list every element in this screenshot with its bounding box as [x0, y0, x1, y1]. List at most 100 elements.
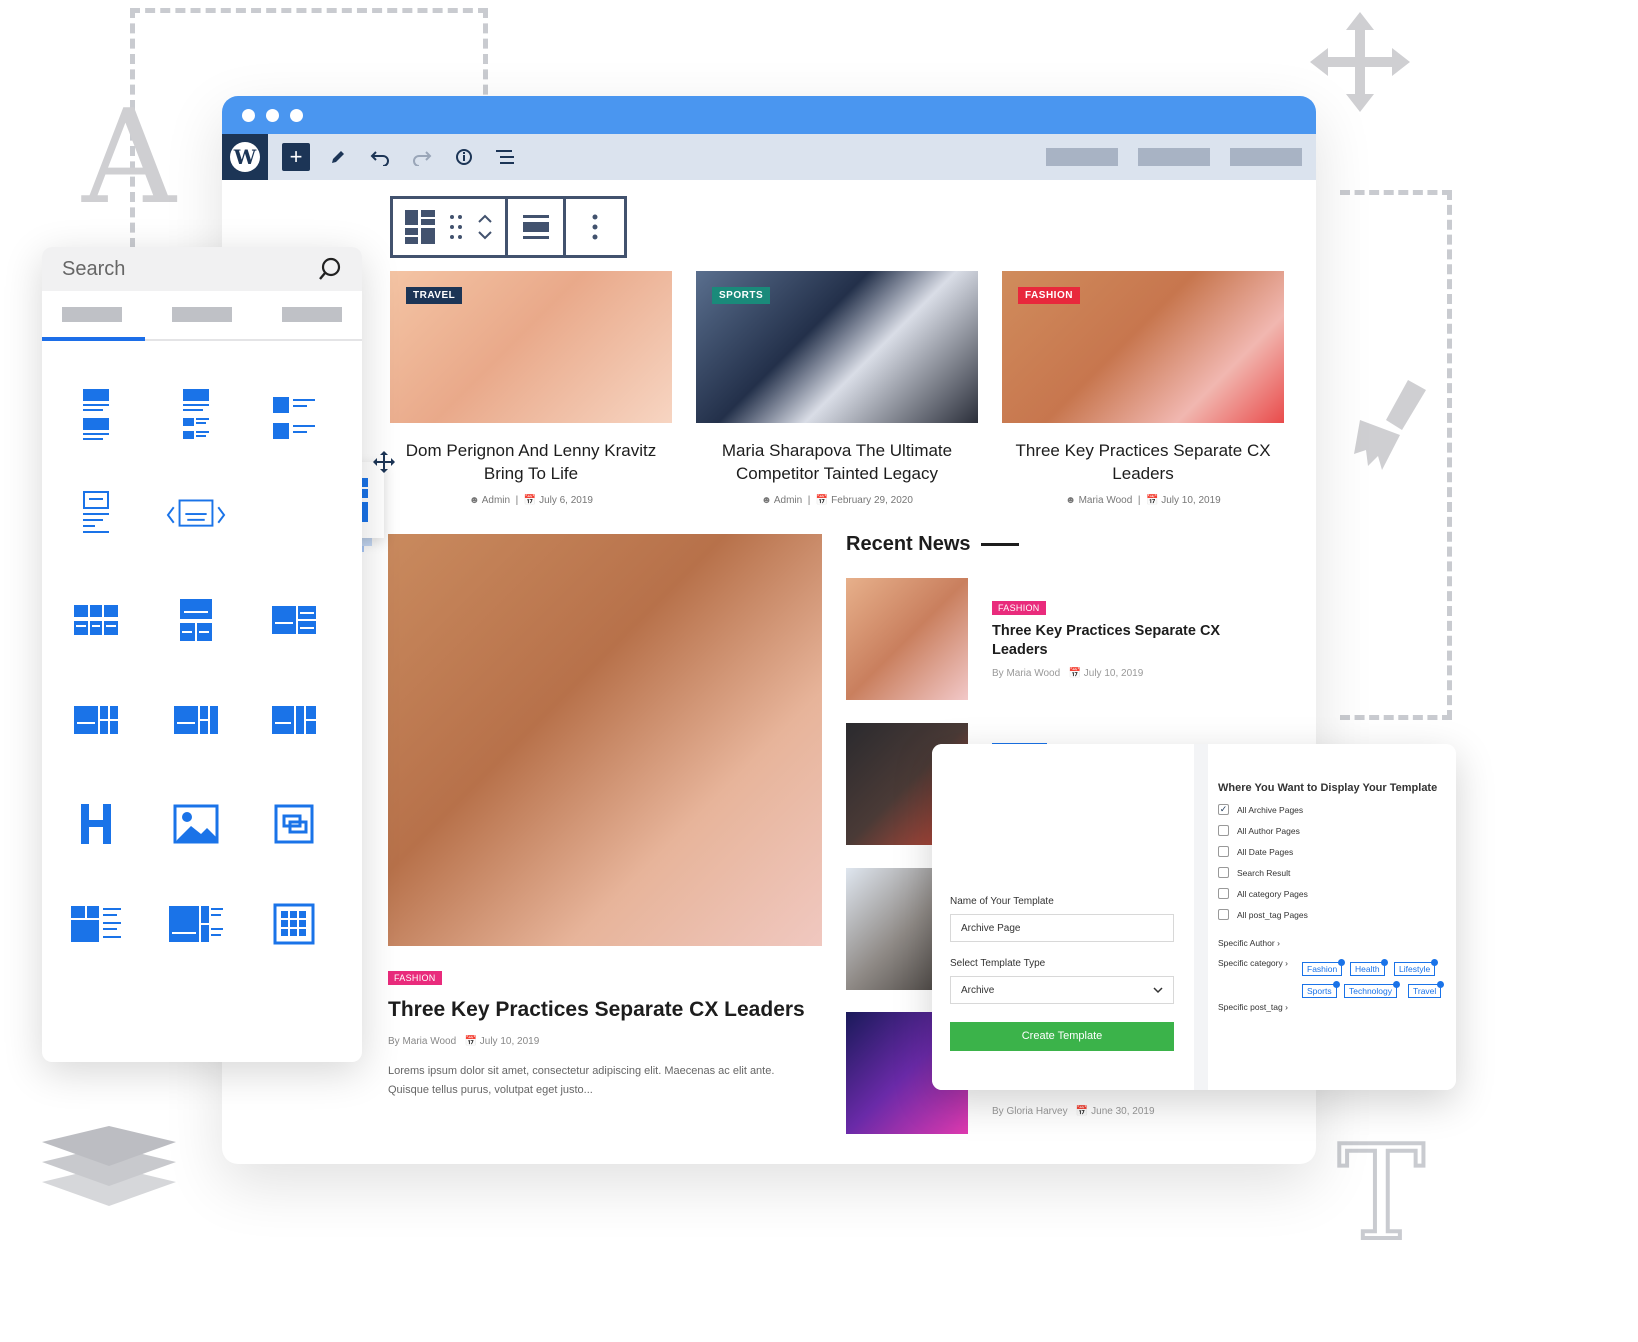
tag-remove-icon[interactable] — [1332, 981, 1340, 988]
checkbox-icon[interactable] — [1218, 846, 1229, 857]
block-post-grid-5-icon[interactable] — [264, 587, 324, 653]
post-card[interactable]: SPORTS Maria Sharapova The Ultimate Comp… — [696, 271, 978, 506]
block-gallery-icon[interactable] — [264, 791, 324, 857]
template-type-select[interactable]: Archive — [950, 976, 1174, 1004]
option-all-date-pages[interactable]: All Date Pages — [1218, 846, 1456, 857]
more-options-icon[interactable] — [592, 214, 598, 240]
post-author[interactable]: By Gloria Harvey — [992, 1106, 1068, 1117]
create-template-button[interactable]: Create Template — [950, 1022, 1174, 1051]
checkbox-icon[interactable] — [1218, 909, 1229, 920]
category-tag[interactable]: Travel — [1408, 981, 1445, 998]
heading-rule — [980, 543, 1019, 546]
block-table-icon[interactable] — [264, 891, 324, 957]
checkbox-icon[interactable] — [1218, 867, 1229, 878]
block-post-grid-7-icon[interactable] — [166, 687, 226, 753]
category-tag[interactable]: Sports — [1302, 981, 1340, 998]
category-badge[interactable]: SPORTS — [712, 287, 771, 304]
option-search-result[interactable]: Search Result — [1218, 867, 1456, 878]
recent-post-image[interactable] — [846, 578, 968, 700]
info-icon[interactable] — [450, 143, 478, 171]
block-heading-icon[interactable] — [66, 791, 126, 857]
search-input[interactable]: Search — [62, 258, 125, 281]
post-author[interactable]: Admin — [482, 495, 510, 506]
tab-patterns[interactable] — [172, 307, 232, 322]
display-conditions-title: Where You Want to Display Your Template — [1218, 782, 1438, 794]
checkbox-checked-icon[interactable]: ✓ — [1218, 804, 1229, 815]
category-badge[interactable]: FASHION — [388, 971, 442, 985]
template-name-input[interactable]: Archive Page — [950, 914, 1174, 942]
post-date: July 10, 2019 — [479, 1036, 540, 1047]
recent-post-title[interactable]: Three Key Practices Separate CX Leaders — [992, 622, 1252, 660]
move-up-down-icon[interactable] — [477, 212, 493, 242]
tag-remove-icon[interactable] — [1380, 959, 1388, 966]
option-all-author-pages[interactable]: All Author Pages — [1218, 825, 1456, 836]
search-icon[interactable] — [318, 257, 342, 281]
toolbar-placeholder-button[interactable] — [1230, 148, 1302, 166]
toolbar-placeholder-button[interactable] — [1046, 148, 1118, 166]
create-template-dialog: Name of Your Template Archive Page Selec… — [932, 744, 1456, 1090]
category-tag[interactable]: Health — [1350, 959, 1388, 976]
checkbox-icon[interactable] — [1218, 888, 1229, 899]
post-title[interactable]: Maria Sharapova The Ultimate Competitor … — [696, 439, 978, 485]
undo-icon[interactable] — [366, 143, 394, 171]
toolbar-placeholder-button[interactable] — [1138, 148, 1210, 166]
post-author[interactable]: Admin — [774, 495, 802, 506]
post-image[interactable]: TRAVEL — [390, 271, 672, 423]
window-dot-icon[interactable] — [266, 108, 279, 122]
post-author[interactable]: By Maria Wood — [992, 668, 1060, 679]
window-dot-icon[interactable] — [290, 108, 303, 122]
category-badge[interactable]: FASHION — [1018, 287, 1080, 304]
block-post-featured-list-icon[interactable] — [166, 891, 226, 957]
window-dot-icon[interactable] — [242, 108, 255, 122]
align-icon[interactable] — [522, 215, 549, 239]
tab-blocks[interactable] — [62, 307, 122, 322]
featured-post-image[interactable] — [388, 534, 822, 946]
option-all-post-tag-pages[interactable]: All post_tag Pages — [1218, 909, 1456, 920]
post-author[interactable]: By Maria Wood — [388, 1036, 456, 1047]
specific-post-tag-label: Specific post_tag — [1218, 1002, 1283, 1012]
featured-post-title[interactable]: Three Key Practices Separate CX Leaders — [388, 998, 805, 1022]
post-card[interactable]: FASHION Three Key Practices Separate CX … — [1002, 271, 1284, 506]
specific-author-toggle[interactable]: Specific Author › — [1218, 938, 1456, 948]
post-author[interactable]: Maria Wood — [1079, 495, 1133, 506]
drag-handle-icon[interactable] — [449, 213, 463, 241]
tag-label: Technology — [1349, 986, 1393, 996]
post-title[interactable]: Three Key Practices Separate CX Leaders — [1002, 439, 1284, 485]
block-post-grid-6-icon[interactable] — [66, 687, 126, 753]
block-post-grid-3-icon[interactable] — [66, 587, 126, 653]
post-card[interactable]: TRAVEL Dom Perignon And Lenny Kravitz Br… — [390, 271, 672, 506]
block-image-icon[interactable] — [166, 791, 226, 857]
redo-icon[interactable] — [408, 143, 436, 171]
block-post-grid-4-icon[interactable] — [166, 587, 226, 653]
tab-reusable[interactable] — [282, 307, 342, 322]
block-search[interactable]: Search — [42, 247, 362, 291]
specific-post-tag-toggle[interactable]: Specific post_tag › — [1218, 1002, 1456, 1012]
option-all-archive-pages[interactable]: ✓ All Archive Pages — [1218, 804, 1456, 815]
block-post-slider-icon[interactable] — [166, 482, 226, 548]
category-tag[interactable]: Technology — [1344, 981, 1401, 998]
tag-remove-icon[interactable] — [1393, 981, 1401, 988]
post-image[interactable]: FASHION — [1002, 271, 1284, 423]
option-all-category-pages[interactable]: All category Pages — [1218, 888, 1456, 899]
post-title[interactable]: Dom Perignon And Lenny Kravitz Bring To … — [390, 439, 672, 485]
block-post-list-icon[interactable] — [66, 385, 126, 451]
category-badge[interactable]: TRAVEL — [406, 287, 463, 304]
category-tag[interactable]: Fashion — [1302, 959, 1346, 976]
grid-block-icon[interactable] — [405, 210, 435, 244]
option-label: All Archive Pages — [1237, 804, 1304, 815]
category-badge[interactable]: FASHION — [992, 601, 1046, 615]
category-tag[interactable]: Lifestyle — [1394, 959, 1439, 976]
wordpress-logo-icon[interactable]: W — [222, 134, 268, 180]
block-post-grid-icon[interactable] — [166, 385, 226, 451]
block-post-grid-8-icon[interactable] — [264, 687, 324, 753]
post-image[interactable]: SPORTS — [696, 271, 978, 423]
plus-icon[interactable]: + — [282, 143, 310, 171]
list-view-icon[interactable] — [492, 143, 520, 171]
block-post-list-thumb-icon[interactable] — [264, 385, 324, 451]
edit-pencil-icon[interactable] — [324, 143, 352, 171]
checkbox-icon[interactable] — [1218, 825, 1229, 836]
block-post-card-icon[interactable] — [66, 482, 126, 548]
block-post-grid-list-icon[interactable] — [66, 891, 126, 957]
recent-post-meta: By Gloria Harvey 📅 June 30, 2019 — [992, 1106, 1155, 1117]
option-label: All category Pages — [1237, 888, 1308, 899]
